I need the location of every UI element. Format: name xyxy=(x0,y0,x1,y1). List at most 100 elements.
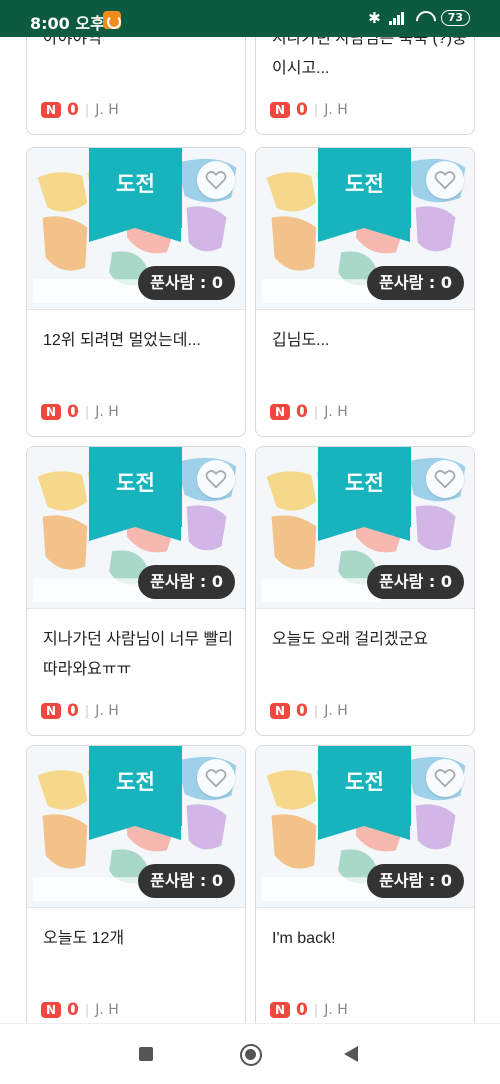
card-meta: N 0 | J. H xyxy=(270,1000,348,1020)
system-nav-bar xyxy=(0,1023,500,1084)
square-icon[interactable] xyxy=(139,1047,153,1061)
solver-count-badge: 푼사람 : 0 xyxy=(367,266,464,300)
challenge-label: 도전 xyxy=(345,172,384,196)
world-map-thumbnail: 도전 푼사람 : 0 xyxy=(27,447,245,609)
battery-icon: 73 xyxy=(440,10,470,26)
wifi-icon xyxy=(415,11,433,25)
card-meta: N 0 | J. H xyxy=(41,402,119,422)
solver-count-badge: 푼사람 : 0 xyxy=(367,565,464,599)
author-name: J. H xyxy=(324,703,348,719)
card-meta: N 0 | J. H xyxy=(41,701,119,721)
puzzle-card[interactable]: 도전 푼사람 : 0 지나가던 사람님이 너무 빨리 따라와요ㅠㅠ N 0 | … xyxy=(26,446,246,736)
heart-outline-icon xyxy=(434,171,456,190)
challenge-label: 도전 xyxy=(345,471,384,495)
system-icons: ✱ 73 xyxy=(368,9,470,27)
puzzle-card[interactable]: 도전 푼사람 : 0 오늘도 12개 N 0 | J. H xyxy=(26,745,246,1035)
author-name: J. H xyxy=(324,1002,348,1018)
challenge-label: 도전 xyxy=(116,471,155,495)
card-meta: N 0 | J. H xyxy=(41,1000,119,1020)
author-name: J. H xyxy=(95,703,119,719)
comment-count: 0 xyxy=(296,1000,308,1020)
card-meta: N 0 | J. H xyxy=(270,402,348,422)
solver-count-badge: 푼사람 : 0 xyxy=(138,266,235,300)
puzzle-card[interactable]: 도전 푼사람 : 0 I'm back! N 0 | J. H xyxy=(255,745,475,1035)
favorite-button[interactable] xyxy=(197,759,235,797)
circle-icon[interactable] xyxy=(240,1044,262,1066)
solver-count-badge: 푼사람 : 0 xyxy=(138,864,235,898)
comment-count: 0 xyxy=(67,701,79,721)
comment-count: 0 xyxy=(296,402,308,422)
new-badge: N xyxy=(270,1002,290,1018)
separator: | xyxy=(84,1002,90,1018)
card-title: I'm back! xyxy=(272,930,336,947)
new-badge: N xyxy=(41,102,61,118)
challenge-label: 도전 xyxy=(116,172,155,196)
favorite-button[interactable] xyxy=(426,161,464,199)
bluetooth-icon: ✱ xyxy=(368,9,381,27)
new-badge: N xyxy=(41,703,61,719)
author-name: J. H xyxy=(324,404,348,420)
challenge-label: 도전 xyxy=(345,770,384,794)
challenge-ribbon: 도전 xyxy=(89,148,182,242)
new-badge: N xyxy=(41,404,61,420)
heart-outline-icon xyxy=(434,769,456,788)
challenge-ribbon: 도전 xyxy=(318,746,411,840)
separator: | xyxy=(313,404,319,420)
status-bar: 8:00 오후 ✱ 73 xyxy=(0,0,500,37)
card-meta: N 0 | J. H xyxy=(41,100,119,120)
triangle-back-icon[interactable] xyxy=(344,1046,358,1062)
new-badge: N xyxy=(270,102,290,118)
favorite-button[interactable] xyxy=(197,460,235,498)
separator: | xyxy=(313,102,319,118)
card-meta: N 0 | J. H xyxy=(270,701,348,721)
new-badge: N xyxy=(41,1002,61,1018)
comment-count: 0 xyxy=(67,100,79,120)
comment-count: 0 xyxy=(67,1000,79,1020)
world-map-thumbnail: 도전 푼사람 : 0 xyxy=(256,148,474,310)
card-title: 지나가던 사람님이 너무 빨리 따라와요ㅠㅠ xyxy=(43,631,233,678)
card-title: 12위 되려면 멀었는데... xyxy=(43,332,201,349)
solver-count-badge: 푼사람 : 0 xyxy=(367,864,464,898)
world-map-thumbnail: 도전 푼사람 : 0 xyxy=(256,447,474,609)
puzzle-card[interactable]: 도전 푼사람 : 0 깁님도... N 0 | J. H xyxy=(255,147,475,437)
challenge-ribbon: 도전 xyxy=(318,148,411,242)
world-map-thumbnail: 도전 푼사람 : 0 xyxy=(27,148,245,310)
solver-count-badge: 푼사람 : 0 xyxy=(138,565,235,599)
challenge-ribbon: 도전 xyxy=(318,447,411,541)
favorite-button[interactable] xyxy=(426,460,464,498)
author-name: J. H xyxy=(95,1002,119,1018)
world-map-thumbnail: 도전 푼사람 : 0 xyxy=(27,746,245,908)
comment-count: 0 xyxy=(67,402,79,422)
challenge-ribbon: 도전 xyxy=(89,746,182,840)
heart-outline-icon xyxy=(205,171,227,190)
new-badge: N xyxy=(270,404,290,420)
world-map-thumbnail: 도전 푼사람 : 0 xyxy=(256,746,474,908)
separator: | xyxy=(84,102,90,118)
new-badge: N xyxy=(270,703,290,719)
favorite-button[interactable] xyxy=(426,759,464,797)
comment-count: 0 xyxy=(296,701,308,721)
separator: | xyxy=(313,703,319,719)
card-title: 오늘도 오래 걸리겠군요 xyxy=(272,631,429,648)
favorite-button[interactable] xyxy=(197,161,235,199)
status-time: 8:00 오후 xyxy=(30,14,105,33)
card-title: 오늘도 12개 xyxy=(43,930,125,947)
puzzle-card[interactable]: 도전 푼사람 : 0 오늘도 오래 걸리겠군요 N 0 | J. H xyxy=(255,446,475,736)
app-notification-icon xyxy=(103,11,121,29)
signal-icon xyxy=(388,11,407,25)
comment-count: 0 xyxy=(296,100,308,120)
challenge-label: 도전 xyxy=(116,770,155,794)
challenge-ribbon: 도전 xyxy=(89,447,182,541)
card-meta: N 0 | J. H xyxy=(270,100,348,120)
separator: | xyxy=(313,1002,319,1018)
author-name: J. H xyxy=(324,102,348,118)
heart-outline-icon xyxy=(434,470,456,489)
separator: | xyxy=(84,703,90,719)
author-name: J. H xyxy=(95,102,119,118)
author-name: J. H xyxy=(95,404,119,420)
card-title: 깁님도... xyxy=(272,332,330,349)
puzzle-card[interactable]: 도전 푼사람 : 0 12위 되려면 멀었는데... N 0 | J. H xyxy=(26,147,246,437)
heart-outline-icon xyxy=(205,470,227,489)
heart-outline-icon xyxy=(205,769,227,788)
separator: | xyxy=(84,404,90,420)
